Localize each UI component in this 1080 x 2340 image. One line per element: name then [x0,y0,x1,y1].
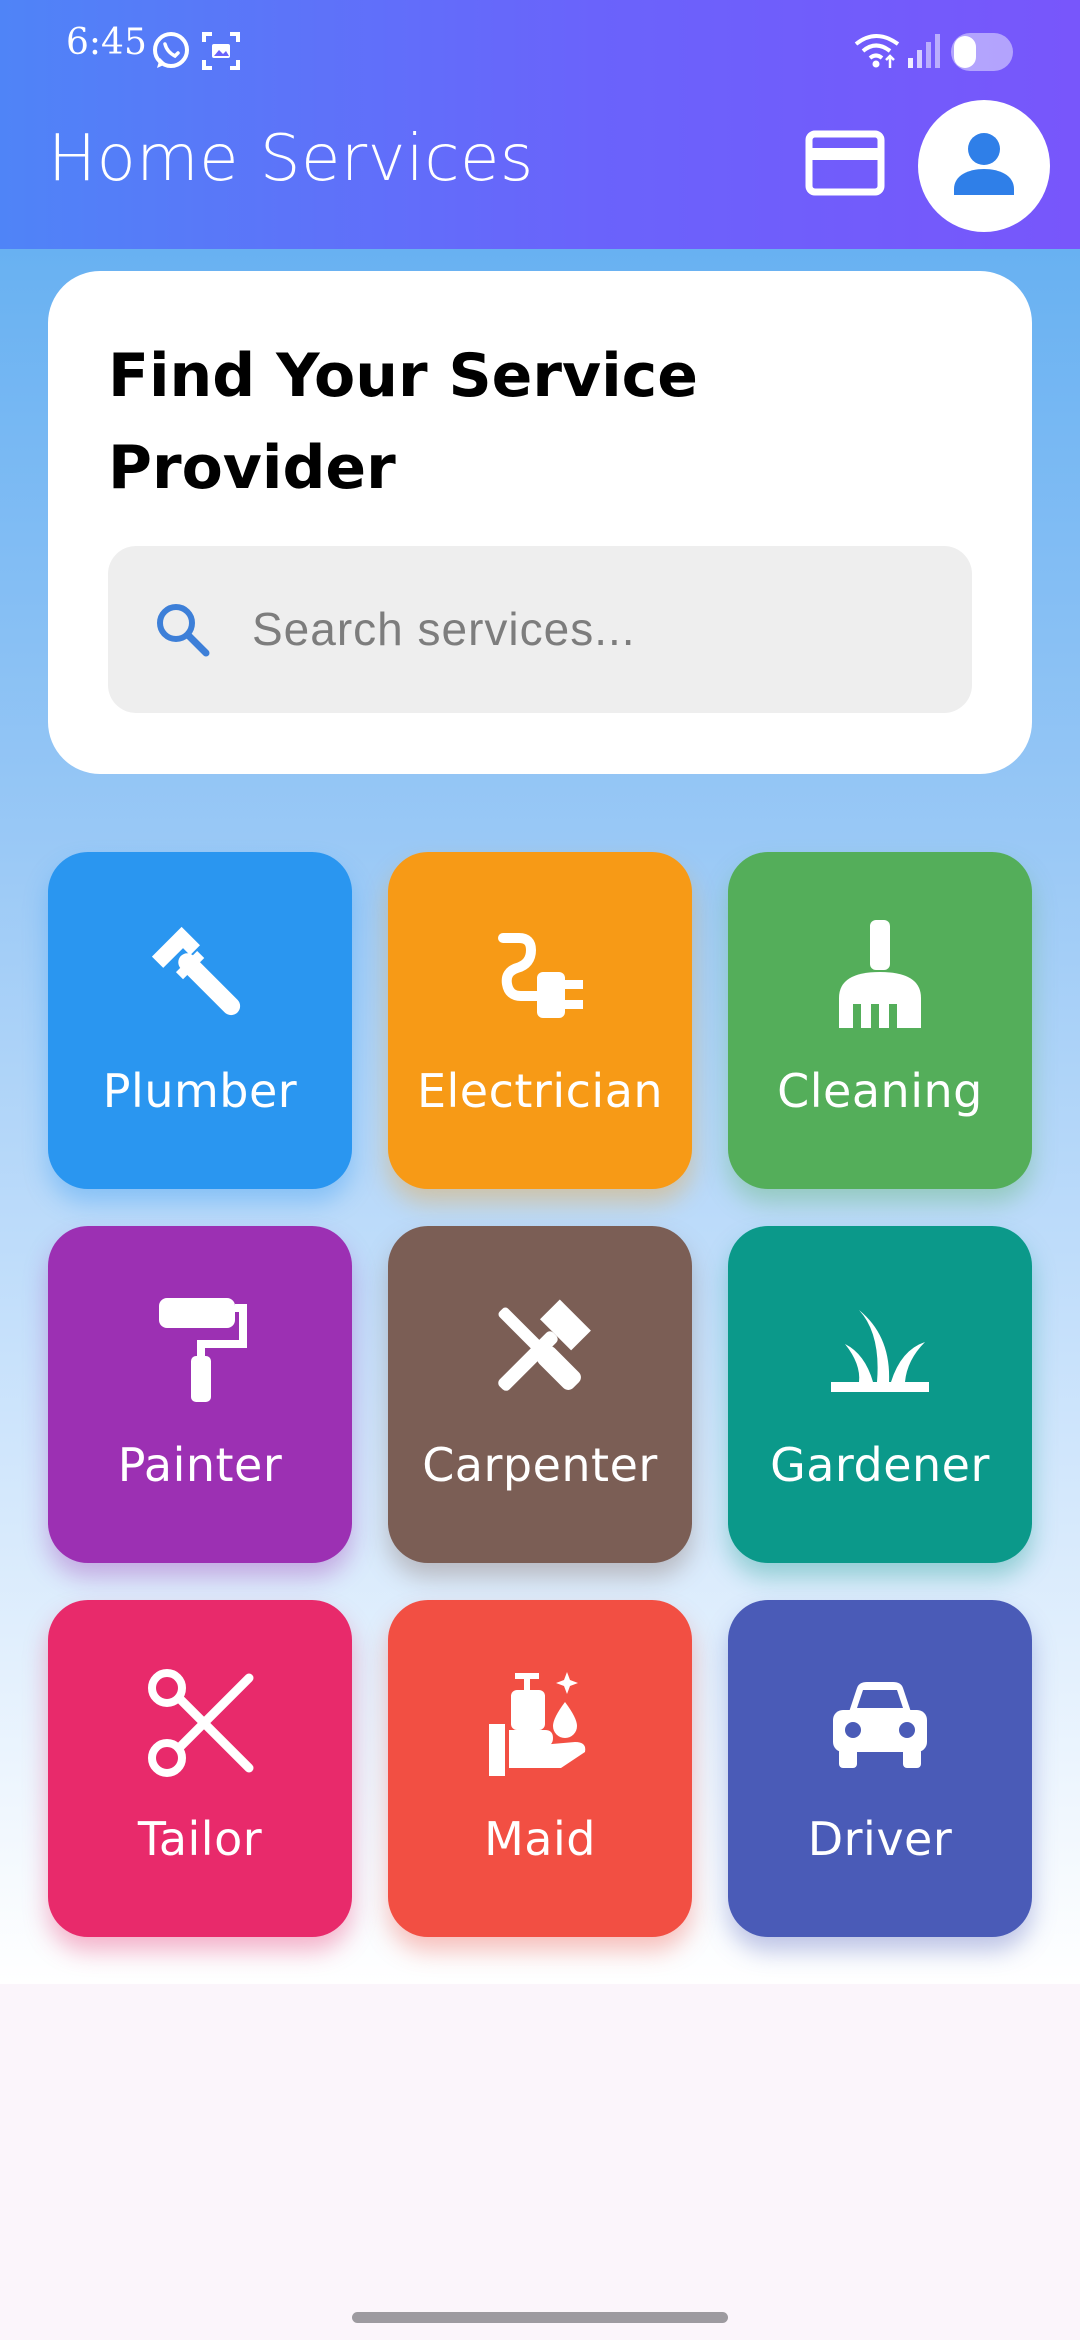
home-indicator[interactable] [352,2312,728,2323]
tile-label: Tailor [137,1812,263,1866]
car-icon [728,1668,1032,1778]
tools-icon [388,1294,692,1404]
search-placeholder: Search services... [252,603,636,655]
whatsapp-icon [150,30,192,76]
service-tile-tailor[interactable]: Tailor [48,1600,352,1937]
plug-icon [388,920,692,1030]
app-title: Home Services [48,122,534,196]
service-tile-maid[interactable]: Maid [388,1600,692,1937]
service-tile-carpenter[interactable]: Carpenter [388,1226,692,1563]
account-icon [949,129,1019,203]
broom-icon [728,920,1032,1030]
service-tile-cleaning[interactable]: Cleaning [728,852,1032,1189]
search-icon [152,599,212,663]
tile-label: Carpenter [422,1438,658,1492]
hand-soap-icon [388,1668,692,1778]
grass-icon [728,1294,1032,1404]
service-tile-driver[interactable]: Driver [728,1600,1032,1937]
service-tile-electrician[interactable]: Electrician [388,852,692,1189]
wrench-icon [48,920,352,1030]
tile-label: Electrician [416,1064,664,1118]
wifi-icon [852,30,902,74]
search-input[interactable]: Search services... [108,546,972,713]
service-tile-painter[interactable]: Painter [48,1226,352,1563]
account-button[interactable] [918,100,1050,232]
tile-label: Driver [807,1812,953,1866]
status-time: 6:45 [66,22,147,63]
tile-label: Gardener [770,1438,990,1492]
tile-label: Painter [117,1438,283,1492]
service-tile-plumber[interactable]: Plumber [48,852,352,1189]
hero-title: Find Your Service Provider [108,341,698,503]
signal-icon [906,30,942,74]
payment-card-button[interactable] [805,128,885,198]
tile-label: Maid [484,1812,596,1866]
payment-card-icon [805,130,885,202]
status-bar: 6:45 [0,0,1080,100]
tile-label: Plumber [102,1064,298,1118]
service-tile-gardener[interactable]: Gardener [728,1226,1032,1563]
paint-roller-icon [48,1294,352,1404]
scissors-icon [48,1668,352,1778]
battery-icon [950,32,1014,76]
tile-label: Cleaning [777,1064,983,1118]
screenshot-icon [200,30,242,76]
